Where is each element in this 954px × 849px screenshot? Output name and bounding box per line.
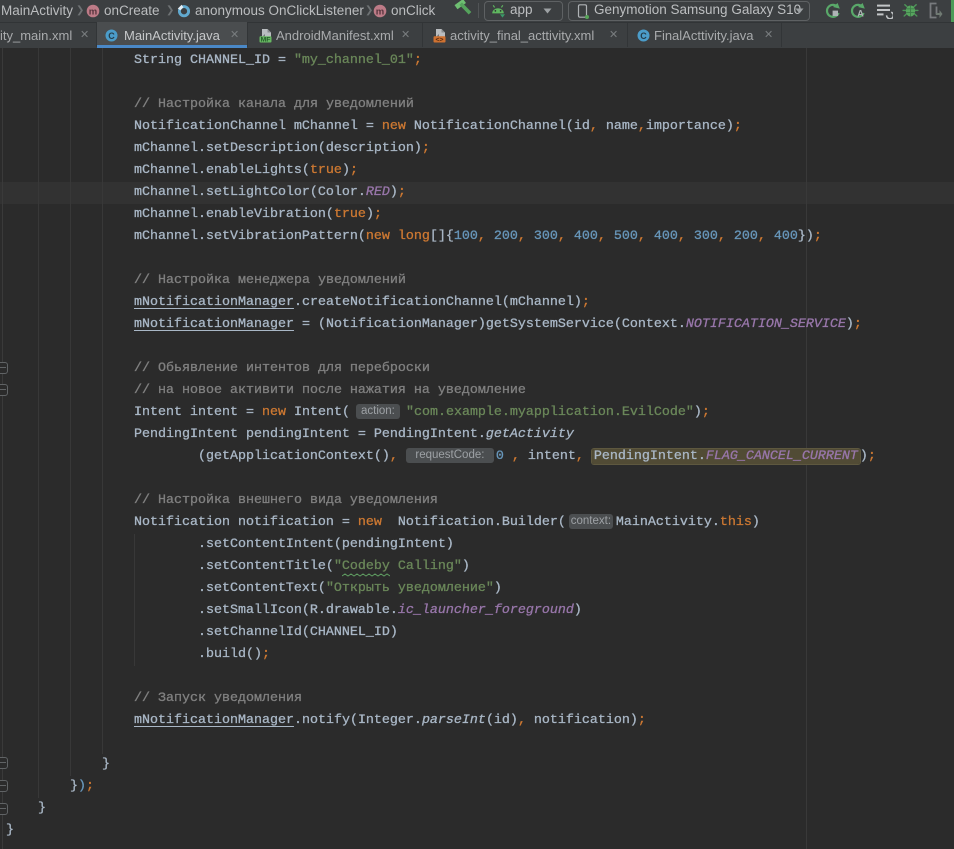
- svg-text:C: C: [108, 31, 115, 41]
- svg-text:MF: MF: [261, 37, 271, 44]
- svg-text:m: m: [376, 6, 384, 17]
- svg-text:m: m: [89, 6, 97, 17]
- svg-text:C: C: [640, 31, 647, 41]
- svg-text:A: A: [857, 9, 864, 19]
- svg-text:<>: <>: [436, 37, 444, 44]
